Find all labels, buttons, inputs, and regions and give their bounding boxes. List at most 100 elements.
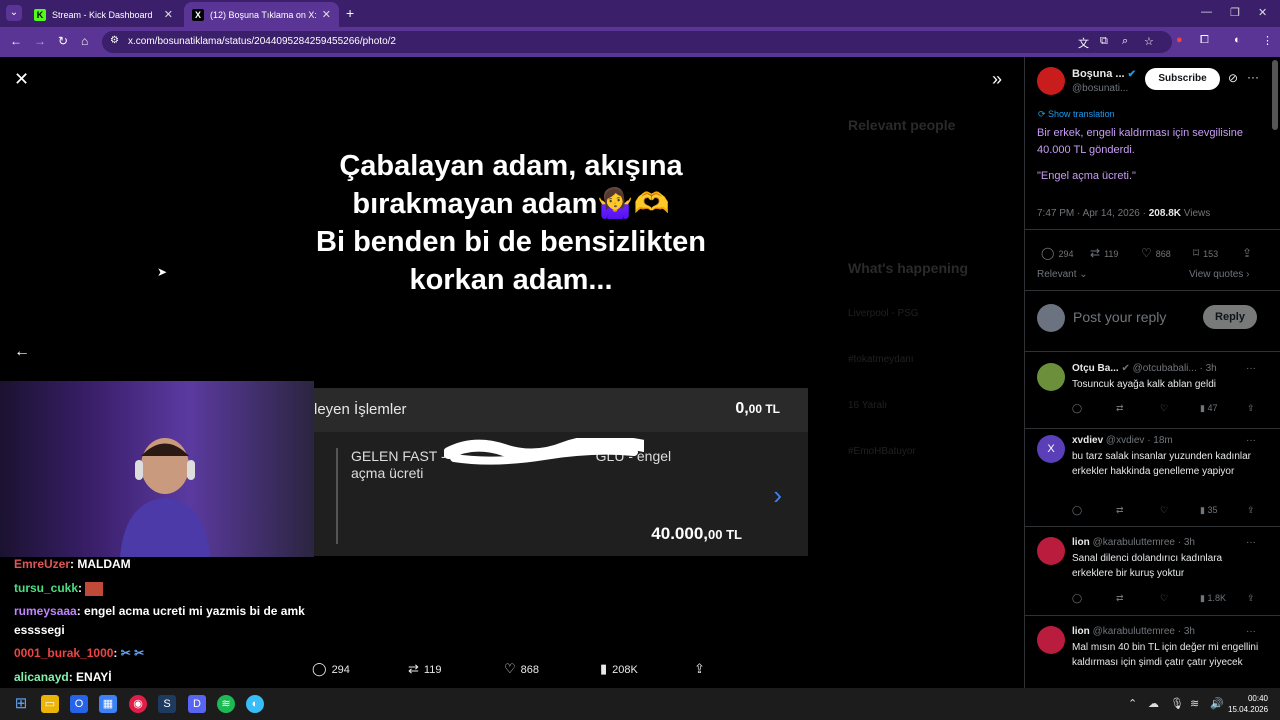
tweet-timestamp: 7:47 PM · Apr 14, 2026 · 208.8K Views bbox=[1037, 208, 1211, 219]
collapse-sidebar-icon[interactable]: » bbox=[992, 69, 1002, 90]
views-action[interactable]: ▮ 208K bbox=[600, 661, 638, 677]
share-icon[interactable]: ⇪ bbox=[1247, 505, 1255, 516]
chat-message: tursu_cukk: bbox=[14, 581, 104, 596]
reply-item[interactable]: lion @karabuluttemree · 3h ··· Mal mısın… bbox=[1025, 626, 1280, 688]
more-options-icon[interactable]: ··· bbox=[1247, 70, 1259, 84]
like-button[interactable]: ♡ 868 bbox=[1141, 246, 1171, 260]
share-action[interactable]: ⇪ bbox=[694, 661, 710, 677]
reply-avatar[interactable] bbox=[1037, 363, 1065, 391]
close-tab-icon[interactable]: ✕ bbox=[322, 8, 331, 21]
show-translation-link[interactable]: ⟳ Show translation bbox=[1038, 109, 1115, 120]
tab-kick-dashboard[interactable]: K Stream - Kick Dashboard ✕ bbox=[26, 2, 181, 27]
bookmark-button[interactable]: ⌑ 153 bbox=[1193, 246, 1218, 260]
chat-message: alicanayd: ENAYİ bbox=[14, 670, 112, 684]
author-handle[interactable]: @bosunati... bbox=[1072, 83, 1128, 94]
window-close-icon[interactable]: ✕ bbox=[1258, 6, 1267, 19]
windows-start-icon[interactable]: ⊞ bbox=[12, 695, 30, 713]
volume-icon[interactable]: 🔊 bbox=[1210, 697, 1224, 710]
chevron-right-icon[interactable]: › bbox=[773, 480, 782, 511]
more-options-icon[interactable]: ··· bbox=[1246, 435, 1256, 446]
reply-action[interactable]: ◯ 294 bbox=[312, 661, 350, 677]
microphone-icon[interactable]: 🎙 bbox=[1170, 697, 1184, 710]
reply-avatar[interactable] bbox=[1037, 537, 1065, 565]
install-app-icon[interactable]: ⧉ bbox=[1100, 35, 1108, 48]
reply-icon[interactable]: ◯ bbox=[1072, 403, 1082, 414]
reply-icon[interactable]: ◯ bbox=[1072, 505, 1082, 516]
heart-icon[interactable]: ♡ bbox=[1160, 593, 1168, 604]
steam-icon[interactable]: S bbox=[158, 695, 176, 713]
home-icon[interactable]: ⌂ bbox=[81, 34, 88, 48]
author-name[interactable]: Boşuna ... ✔ bbox=[1072, 68, 1136, 80]
reply-author[interactable]: lion @karabuluttemree · 3h bbox=[1072, 626, 1195, 637]
reply-submit-button[interactable]: Reply bbox=[1203, 305, 1257, 329]
tab-x-post[interactable]: X (12) Boşuna Tıklama on X: "Bir e ✕ bbox=[184, 2, 339, 27]
reply-author[interactable]: lion @karabuluttemree · 3h bbox=[1072, 537, 1195, 548]
author-avatar[interactable] bbox=[1037, 67, 1065, 95]
tab-search-icon[interactable]: ⌄ bbox=[6, 5, 22, 21]
heart-icon[interactable]: ♡ bbox=[1160, 505, 1168, 516]
reply-button[interactable]: ◯ 294 bbox=[1041, 246, 1073, 260]
back-icon[interactable]: ← bbox=[10, 34, 22, 48]
heart-icon[interactable]: ♡ bbox=[1160, 403, 1168, 414]
reply-item[interactable]: Otçu Ba... ✔ @otcubabali... · 3h ··· Tos… bbox=[1025, 363, 1280, 425]
reply-icon[interactable]: ◯ bbox=[1072, 593, 1082, 604]
menu-icon[interactable]: ⋮ bbox=[1262, 34, 1273, 47]
like-action[interactable]: ♡ 868 bbox=[504, 661, 539, 677]
reply-input[interactable]: Post your reply bbox=[1073, 309, 1166, 325]
reload-icon[interactable]: ↻ bbox=[58, 34, 68, 48]
views-count[interactable]: ▮ 35 bbox=[1200, 505, 1217, 516]
profile-avatar-icon[interactable]: ◐ bbox=[1234, 34, 1241, 46]
extension-icon[interactable]: ● bbox=[1176, 34, 1183, 46]
discord-icon[interactable]: D bbox=[188, 695, 206, 713]
site-info-icon[interactable]: ⚙ bbox=[110, 35, 119, 46]
repost-button[interactable]: ⇄ 119 bbox=[1090, 246, 1118, 260]
more-options-icon[interactable]: ··· bbox=[1246, 363, 1256, 374]
reply-avatar[interactable]: X bbox=[1037, 435, 1065, 463]
repost-action[interactable]: ⇄ 119 bbox=[408, 661, 441, 677]
bookmark-star-icon[interactable]: ☆ bbox=[1144, 35, 1154, 48]
more-options-icon[interactable]: ··· bbox=[1246, 626, 1256, 637]
wifi-icon[interactable]: ≋ bbox=[1190, 697, 1199, 710]
close-viewer-icon[interactable]: ✕ bbox=[14, 69, 29, 90]
views-count[interactable]: ▮ 47 bbox=[1200, 403, 1217, 414]
minimize-icon[interactable]: — bbox=[1201, 6, 1212, 18]
sort-relevant-dropdown[interactable]: Relevant ⌄ bbox=[1037, 269, 1088, 280]
extensions-puzzle-icon[interactable]: ⧠ bbox=[1200, 34, 1209, 47]
share-button[interactable]: ⇪ bbox=[1242, 246, 1256, 260]
repost-icon[interactable]: ⇄ bbox=[1116, 403, 1124, 414]
subscribe-button[interactable]: Subscribe bbox=[1145, 68, 1220, 90]
zoom-icon[interactable]: ⌕ bbox=[1122, 35, 1128, 48]
file-explorer-icon[interactable]: ▭ bbox=[41, 695, 59, 713]
close-tab-icon[interactable]: ✕ bbox=[164, 8, 173, 21]
network-tray-icon[interactable]: ☁ bbox=[1148, 697, 1159, 710]
reply-avatar[interactable] bbox=[1037, 626, 1065, 654]
tray-chevron-icon[interactable]: ⌃ bbox=[1128, 697, 1137, 710]
grok-icon[interactable]: ⊘ bbox=[1228, 71, 1238, 85]
chrome-icon[interactable]: ◉ bbox=[129, 695, 147, 713]
app-icon[interactable]: ◐ bbox=[246, 695, 264, 713]
reply-text: Tosuncuk ayağa kalk ablan geldi bbox=[1072, 379, 1216, 390]
reply-author[interactable]: Otçu Ba... ✔ @otcubabali... · 3h bbox=[1072, 363, 1217, 374]
reply-author[interactable]: xvdiev @xvdiev · 18m bbox=[1072, 435, 1173, 446]
reply-item[interactable]: X xvdiev @xvdiev · 18m ··· bu tarz salak… bbox=[1025, 435, 1280, 519]
reply-item[interactable]: lion @karabuluttemree · 3h ··· Sanal dil… bbox=[1025, 537, 1280, 607]
restore-icon[interactable]: ❐ bbox=[1230, 6, 1240, 19]
new-tab-icon[interactable]: + bbox=[346, 5, 354, 21]
share-icon[interactable]: ⇪ bbox=[1247, 403, 1255, 414]
address-bar[interactable]: ⚙ x.com/bosunatiklama/status/20440952842… bbox=[102, 31, 1172, 53]
clock[interactable]: 00:40 15.04.2026 bbox=[1228, 693, 1268, 715]
network-app-icon[interactable]: ▦ bbox=[99, 695, 117, 713]
previous-photo-icon[interactable]: ← bbox=[14, 343, 30, 361]
repost-icon[interactable]: ⇄ bbox=[1116, 593, 1124, 604]
more-options-icon[interactable]: ··· bbox=[1246, 537, 1256, 548]
forward-icon[interactable]: → bbox=[34, 34, 46, 48]
repost-icon[interactable]: ⇄ bbox=[1116, 505, 1124, 516]
view-quotes-link[interactable]: View quotes › bbox=[1189, 269, 1249, 280]
spotify-icon[interactable]: ≋ bbox=[217, 695, 235, 713]
sidebar-scrollbar[interactable] bbox=[1272, 60, 1278, 130]
share-icon[interactable]: ⇪ bbox=[1247, 593, 1255, 604]
outlook-icon[interactable]: O bbox=[70, 695, 88, 713]
translate-icon[interactable]: 文 bbox=[1078, 35, 1089, 51]
views-count[interactable]: ▮ 1.8K bbox=[1200, 593, 1226, 604]
caption-line: Bi benden bi de bensizlikten bbox=[316, 226, 706, 258]
